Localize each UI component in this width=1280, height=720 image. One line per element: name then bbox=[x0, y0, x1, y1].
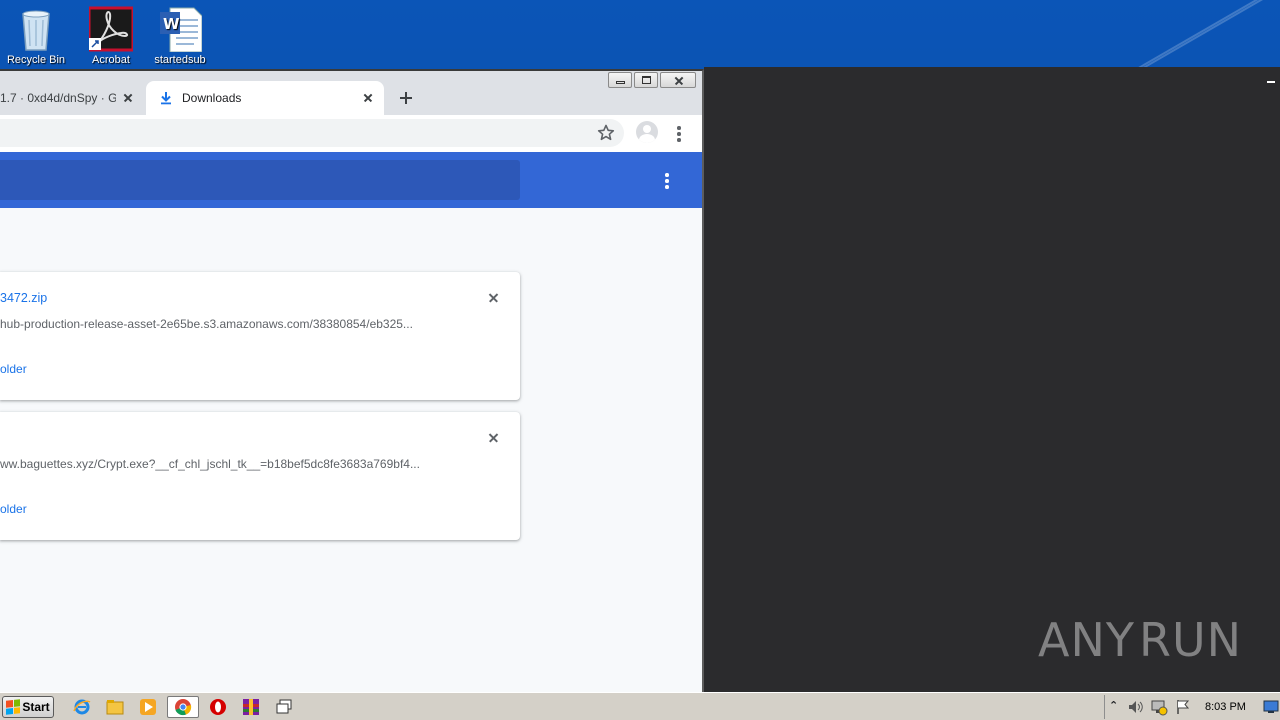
explorer-icon[interactable] bbox=[101, 696, 129, 718]
action-center-flag-icon[interactable] bbox=[1175, 699, 1191, 715]
chrome-menu-icon[interactable] bbox=[677, 126, 681, 142]
restore-icon bbox=[642, 76, 651, 84]
profile-avatar-icon[interactable] bbox=[636, 121, 658, 143]
address-bar[interactable] bbox=[0, 119, 624, 147]
show-in-folder-link[interactable]: older bbox=[0, 362, 27, 376]
network-icon[interactable] bbox=[1150, 698, 1168, 716]
downloads-header bbox=[0, 152, 702, 208]
new-tab-button[interactable] bbox=[396, 88, 416, 108]
media-player-icon[interactable] bbox=[134, 696, 162, 718]
download-item: ww.baguettes.xyz/Crypt.exe?__cf_chl_jsch… bbox=[0, 412, 520, 540]
svg-text:W: W bbox=[163, 15, 180, 33]
taskbar: Start ⌃ 8:03 PM bbox=[0, 692, 1280, 720]
desktop-icon-label: Acrobat bbox=[92, 54, 130, 66]
browser-toolbar bbox=[0, 115, 702, 152]
dark-background-window bbox=[704, 67, 1280, 692]
desktop-icon-recycle-bin[interactable]: Recycle Bin bbox=[0, 6, 72, 67]
tab-close-icon[interactable] bbox=[360, 90, 376, 106]
download-item: 3472.zip hub-production-release-asset-2e… bbox=[0, 272, 520, 400]
bookmark-star-icon[interactable] bbox=[596, 123, 616, 143]
desktop-icon-label: startedsub bbox=[154, 54, 206, 66]
watermark-text-right: RUN bbox=[1138, 613, 1243, 667]
tab-strip: 1.7 · 0xd4d/dnSpy · GitH Downloads bbox=[0, 71, 702, 115]
acrobat-icon bbox=[87, 6, 135, 52]
window-controls bbox=[608, 72, 696, 88]
volume-icon[interactable] bbox=[1127, 699, 1145, 715]
tab-title: 1.7 · 0xd4d/dnSpy · GitH bbox=[0, 91, 116, 105]
chrome-icon[interactable] bbox=[167, 695, 199, 718]
anyrun-watermark: ANY RUN bbox=[1038, 608, 1241, 672]
download-source-url: hub-production-release-asset-2e65be.s3.a… bbox=[0, 317, 413, 331]
downloads-menu-icon[interactable] bbox=[665, 173, 669, 189]
start-button[interactable]: Start bbox=[2, 695, 54, 718]
opera-icon[interactable] bbox=[204, 696, 232, 718]
show-in-folder-link[interactable]: older bbox=[0, 502, 27, 516]
minimize-icon bbox=[616, 81, 625, 84]
chrome-window: 1.7 · 0xd4d/dnSpy · GitH Downloads 3472.… bbox=[0, 69, 704, 692]
watermark-text-left: ANY bbox=[1038, 613, 1135, 667]
minimize-button[interactable] bbox=[608, 72, 632, 88]
desktop-icon-document[interactable]: W startedsub bbox=[144, 6, 216, 67]
tab-downloads[interactable]: Downloads bbox=[146, 81, 384, 115]
remove-download-icon[interactable] bbox=[486, 290, 502, 306]
download-icon bbox=[161, 92, 171, 105]
switch-windows-icon[interactable] bbox=[270, 696, 298, 718]
word-document-icon: W bbox=[158, 6, 203, 53]
show-hidden-icons-icon[interactable]: ⌃ bbox=[1109, 699, 1118, 712]
system-tray: ⌃ 8:03 PM bbox=[1104, 695, 1280, 719]
desktop-icon-label: Recycle Bin bbox=[6, 54, 66, 66]
tab-close-icon[interactable] bbox=[120, 90, 136, 106]
downloads-search-bar[interactable] bbox=[0, 160, 520, 200]
minimize-dash-icon[interactable] bbox=[1267, 81, 1275, 83]
clock[interactable]: 8:03 PM bbox=[1205, 701, 1246, 713]
winrar-icon[interactable] bbox=[237, 696, 265, 718]
tab-dnspy[interactable]: 1.7 · 0xd4d/dnSpy · GitH bbox=[0, 81, 144, 115]
recycle-bin-icon bbox=[14, 6, 58, 52]
download-filename-link[interactable]: 3472.zip bbox=[0, 291, 47, 305]
show-desktop-icon[interactable] bbox=[1263, 700, 1279, 714]
restore-button[interactable] bbox=[634, 72, 658, 88]
desktop-icon-acrobat[interactable]: Acrobat bbox=[75, 6, 147, 67]
close-window-button[interactable] bbox=[660, 72, 696, 88]
remove-download-icon[interactable] bbox=[486, 430, 502, 446]
tab-title: Downloads bbox=[182, 91, 242, 105]
ie-icon[interactable] bbox=[68, 696, 96, 718]
download-source-url: ww.baguettes.xyz/Crypt.exe?__cf_chl_jsch… bbox=[0, 457, 420, 471]
windows-logo-icon bbox=[6, 698, 21, 715]
start-label: Start bbox=[22, 699, 50, 714]
